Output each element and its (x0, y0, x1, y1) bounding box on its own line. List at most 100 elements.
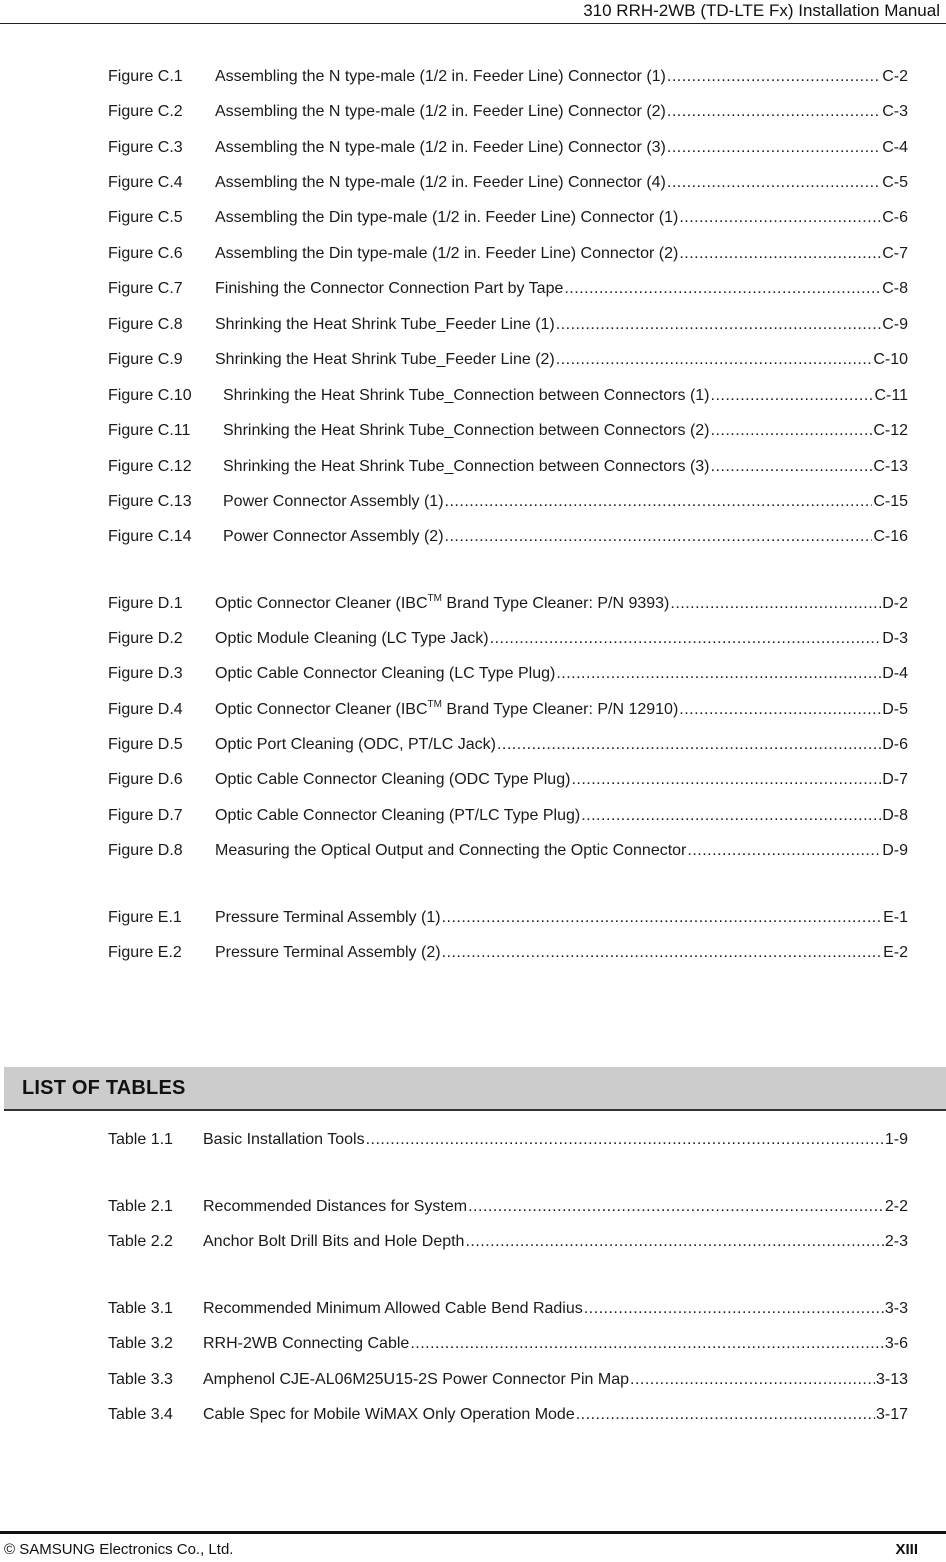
toc-entry-figure[interactable]: Figure C.8 Shrinking the Heat Shrink Tub… (108, 314, 908, 336)
toc-entry-figure[interactable]: Figure D.4 Optic Connector Cleaner (IBCT… (108, 699, 908, 721)
dot-leader (556, 314, 881, 336)
figure-label: Figure D.7 (108, 807, 183, 824)
toc-entry-table[interactable]: Table 3.2 RRH-2WB Connecting Cable 3-6 (108, 1333, 908, 1355)
dot-leader (468, 1196, 884, 1218)
toc-entry-figure[interactable]: Figure C.2 Assembling the N type-male (1… (108, 101, 908, 123)
dot-leader (630, 1369, 875, 1391)
figure-label: Figure C.6 (108, 245, 183, 262)
figure-label: Figure D.2 (108, 630, 183, 647)
toc-entry-figure[interactable]: Figure D.5 Optic Port Cleaning (ODC, PT/… (108, 734, 908, 756)
toc-entry-figure[interactable]: Figure C.12 Shrinking the Heat Shrink Tu… (108, 456, 908, 478)
copyright-text: © SAMSUNG Electronics Co., Ltd. (4, 1541, 234, 1558)
toc-entry-table[interactable]: Table 1.1 Basic Installation Tools 1-9 (108, 1129, 908, 1151)
toc-entry-table[interactable]: Table 2.1 Recommended Distances for Syst… (108, 1196, 908, 1218)
toc-entry-figure[interactable]: Figure C.9 Shrinking the Heat Shrink Tub… (108, 349, 908, 371)
figure-title: Optic Cable Connector Cleaning (PT/LC Ty… (215, 807, 581, 824)
page-ref: D-5 (882, 701, 908, 718)
figure-title: Optic Cable Connector Cleaning (LC Type … (215, 665, 556, 682)
toc-entry-figure[interactable]: Figure D.3 Optic Cable Connector Cleanin… (108, 663, 908, 685)
toc-entry-figure[interactable]: Figure C.13 Power Connector Assembly (1)… (108, 491, 908, 513)
table-label: Table 1.1 (108, 1131, 173, 1148)
figure-title: Shrinking the Heat Shrink Tube_Feeder Li… (215, 316, 555, 333)
figure-title: Power Connector Assembly (1) (223, 493, 444, 510)
table-title: Amphenol CJE-AL06M25U15-2S Power Connect… (203, 1371, 629, 1388)
toc-entry-figure[interactable]: Figure C.5 Assembling the Din type-male … (108, 207, 908, 229)
figure-label: Figure C.7 (108, 280, 183, 297)
dot-leader (576, 1404, 875, 1426)
figure-label: Figure C.14 (108, 528, 192, 545)
figure-label: Figure D.3 (108, 665, 183, 682)
trademark-superscript: TM (427, 593, 442, 604)
dot-leader (667, 101, 881, 123)
toc-entry-figure[interactable]: Figure C.11 Shrinking the Heat Shrink Tu… (108, 420, 908, 442)
figure-title: Optic Connector Cleaner (IBCTM Brand Typ… (215, 699, 679, 718)
toc-entry-figure[interactable]: Figure D.2 Optic Module Cleaning (LC Typ… (108, 628, 908, 650)
dot-leader (497, 734, 881, 756)
figure-label: Figure C.11 (108, 422, 191, 439)
table-label: Table 2.2 (108, 1233, 173, 1250)
figure-label: Figure E.2 (108, 944, 182, 961)
toc-entry-figure[interactable]: Figure D.1 Optic Connector Cleaner (IBCT… (108, 593, 908, 615)
page-ref: E-2 (883, 944, 908, 961)
figure-label: Figure C.10 (108, 387, 192, 404)
figure-label: Figure C.8 (108, 316, 183, 333)
table-title: Basic Installation Tools (203, 1131, 365, 1148)
figure-title: Optic Port Cleaning (ODC, PT/LC Jack) (215, 736, 496, 753)
table-title: Anchor Bolt Drill Bits and Hole Depth (203, 1233, 465, 1250)
table-label: Table 2.1 (108, 1198, 173, 1215)
toc-entry-figure[interactable]: Figure C.6 Assembling the Din type-male … (108, 243, 908, 265)
toc-entry-figure[interactable]: Figure D.7 Optic Cable Connector Cleanin… (108, 805, 908, 827)
table-label: Table 3.1 (108, 1300, 173, 1317)
figure-title: Optic Cable Connector Cleaning (ODC Type… (215, 771, 571, 788)
toc-entry-table[interactable]: Table 3.4 Cable Spec for Mobile WiMAX On… (108, 1404, 908, 1426)
page-ref: 1-9 (884, 1131, 908, 1148)
page-ref: D-9 (882, 842, 908, 859)
dot-leader (445, 491, 873, 513)
figure-title: Pressure Terminal Assembly (1) (215, 909, 441, 926)
page-ref: C-4 (882, 139, 908, 156)
toc-entry-table[interactable]: Table 3.3 Amphenol CJE-AL06M25U15-2S Pow… (108, 1369, 908, 1391)
page-ref: C-12 (873, 422, 908, 439)
page-ref: 3-3 (884, 1300, 908, 1317)
page-ref: D-3 (882, 630, 908, 647)
toc-entry-figure[interactable]: Figure C.7 Finishing the Connector Conne… (108, 278, 908, 300)
figure-label: Figure D.5 (108, 736, 183, 753)
dot-leader (711, 456, 873, 478)
table-title: RRH-2WB Connecting Cable (203, 1335, 410, 1352)
figure-label: Figure C.13 (108, 493, 192, 510)
toc-entry-figure[interactable]: Figure C.14 Power Connector Assembly (2)… (108, 526, 908, 548)
figure-label: Figure E.1 (108, 909, 182, 926)
toc-entry-table[interactable]: Table 3.1 Recommended Minimum Allowed Ca… (108, 1298, 908, 1320)
dot-leader (366, 1129, 884, 1151)
page-number: XIII (895, 1541, 918, 1558)
page-ref: D-8 (882, 807, 908, 824)
page-ref: C-8 (882, 280, 908, 297)
page-ref: C-5 (882, 174, 908, 191)
toc-entry-figure[interactable]: Figure C.1 Assembling the N type-male (1… (108, 66, 908, 88)
dot-leader (687, 840, 881, 862)
dot-leader (670, 593, 881, 615)
page-ref: C-13 (873, 458, 908, 475)
dot-leader (556, 349, 873, 371)
toc-entry-figure[interactable]: Figure E.1 Pressure Terminal Assembly (1… (108, 907, 908, 929)
toc-entry-figure[interactable]: Figure D.6 Optic Cable Connector Cleanin… (108, 769, 908, 791)
toc-entry-figure[interactable]: Figure E.2 Pressure Terminal Assembly (2… (108, 942, 908, 964)
footer-divider (0, 1531, 946, 1534)
dot-leader (679, 243, 881, 265)
dot-leader (584, 1298, 884, 1320)
page-ref: C-6 (882, 209, 908, 226)
header-divider (0, 23, 946, 24)
figure-label: Figure C.4 (108, 174, 183, 191)
figure-label: Figure C.3 (108, 139, 183, 156)
toc-entry-figure[interactable]: Figure C.10 Shrinking the Heat Shrink Tu… (108, 385, 908, 407)
toc-entry-table[interactable]: Table 2.2 Anchor Bolt Drill Bits and Hol… (108, 1231, 908, 1253)
page-ref: C-7 (882, 245, 908, 262)
toc-entry-figure[interactable]: Figure D.8 Measuring the Optical Output … (108, 840, 908, 862)
page-ref: E-1 (883, 909, 908, 926)
page-ref: C-15 (873, 493, 908, 510)
figure-title: Shrinking the Heat Shrink Tube_Feeder Li… (215, 351, 555, 368)
toc-entry-figure[interactable]: Figure C.4 Assembling the N type-male (1… (108, 172, 908, 194)
page-ref: C-16 (873, 528, 908, 545)
figure-label: Figure D.8 (108, 842, 183, 859)
toc-entry-figure[interactable]: Figure C.3 Assembling the N type-male (1… (108, 137, 908, 159)
